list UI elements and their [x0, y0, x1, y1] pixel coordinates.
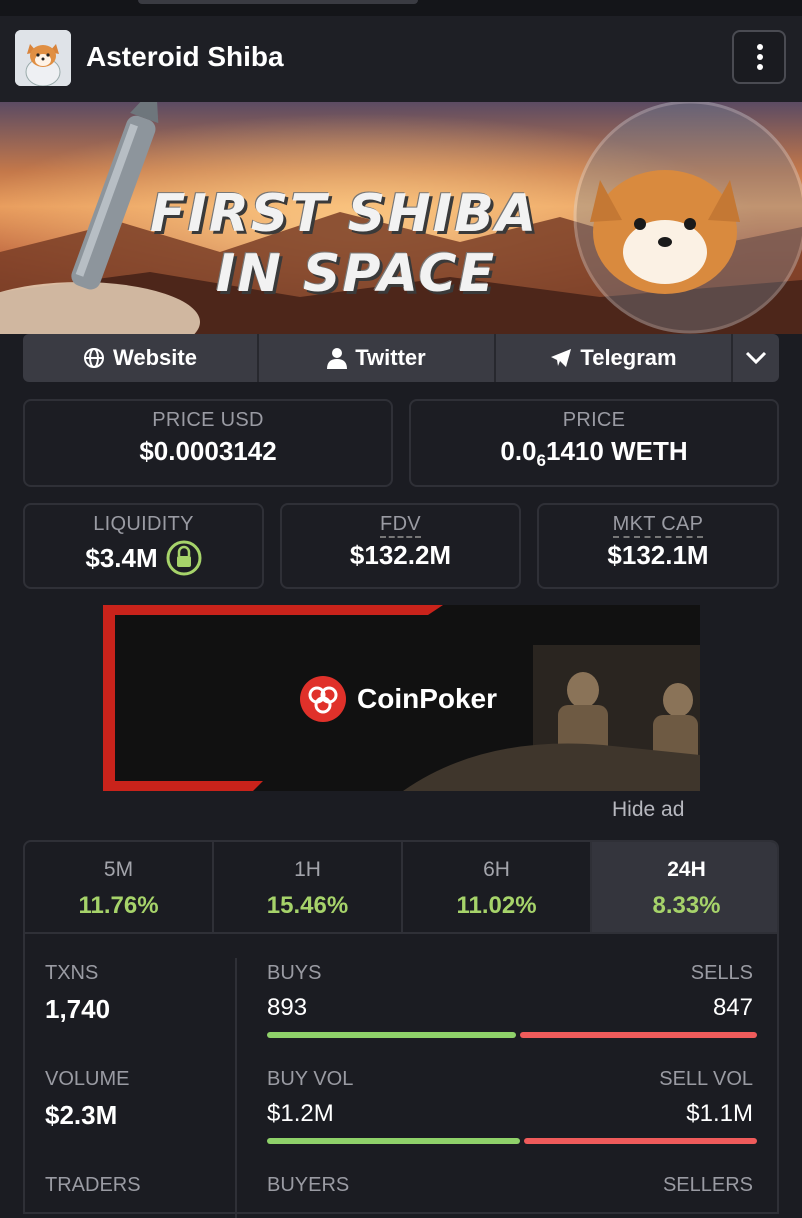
- volume-label: VOLUME: [45, 1068, 130, 1090]
- buys-value: 893: [267, 994, 308, 1021]
- change-1h: 15.46%: [266, 892, 349, 919]
- price-usd-value: $0.0003142: [139, 436, 277, 466]
- telegram-label: Telegram: [580, 345, 677, 370]
- txns-value: 1,740: [45, 994, 111, 1024]
- traders-label: TRADERS: [45, 1174, 141, 1196]
- fdv-label: FDV: [380, 513, 421, 538]
- tab-1h[interactable]: 1H 15.46%: [214, 842, 403, 932]
- telegram-link[interactable]: Telegram: [496, 334, 733, 382]
- twitter-link[interactable]: Twitter: [259, 334, 496, 382]
- price-native-card: PRICE 0.061410 WETH: [409, 399, 779, 487]
- sells-value: 847: [712, 994, 753, 1021]
- lock-icon[interactable]: [166, 540, 202, 576]
- txns-label: TXNS: [45, 962, 99, 984]
- banner-line-2: IN SPACE: [216, 244, 497, 304]
- buyers-label: BUYERS: [267, 1174, 350, 1196]
- tab-5m[interactable]: 5M 11.76%: [25, 842, 214, 932]
- fdv-value: $132.2M: [349, 540, 452, 570]
- twitter-label: Twitter: [355, 345, 426, 370]
- tab-24h[interactable]: 24H 8.33%: [592, 842, 777, 932]
- token-banner: FIRST SHIBA IN SPACE: [0, 102, 802, 334]
- liquidity-card: LIQUIDITY $3.4M: [23, 503, 264, 589]
- sellers-label: SELLERS: [662, 1174, 753, 1196]
- ad-banner[interactable]: CoinPoker: [103, 605, 700, 791]
- website-label: Website: [113, 345, 197, 370]
- banner-line-1: FIRST SHIBA: [150, 184, 539, 244]
- price-native-value: 0.061410 WETH: [500, 436, 688, 471]
- mkt-cap-card: MKT CAP $132.1M: [537, 503, 779, 589]
- user-icon: [327, 348, 348, 369]
- token-logo: [15, 30, 71, 86]
- buy-vol-label: BUY VOL: [267, 1068, 354, 1090]
- tab-6h[interactable]: 6H 11.02%: [403, 842, 592, 932]
- sell-vol-bar: [524, 1138, 757, 1144]
- website-link[interactable]: Website: [23, 334, 259, 382]
- more-menu-button[interactable]: [732, 30, 786, 84]
- volume-value: $2.3M: [45, 1100, 118, 1130]
- liquidity-label: LIQUIDITY: [93, 513, 194, 535]
- price-label: PRICE: [562, 409, 626, 431]
- sells-bar: [520, 1032, 757, 1038]
- price-usd-card: PRICE USD $0.0003142: [23, 399, 393, 487]
- liquidity-value: $3.4M: [85, 542, 158, 573]
- more-links-button[interactable]: [733, 334, 779, 382]
- telegram-icon: [551, 349, 572, 367]
- coinpoker-logo: CoinPoker: [299, 675, 497, 723]
- timeframe-tabs: 5M 11.76% 1H 15.46% 6H 11.02% 24H 8.33%: [23, 840, 779, 934]
- globe-icon: [84, 348, 105, 368]
- token-title: Asteroid Shiba: [86, 41, 284, 72]
- buys-label: BUYS: [267, 962, 322, 984]
- sell-vol-value: $1.1M: [686, 1100, 753, 1127]
- ad-brand: CoinPoker: [357, 683, 498, 714]
- token-header: Asteroid Shiba: [0, 16, 802, 103]
- trade-stats-panel: TXNS 1,740 BUYS SELLS 893 847 VOLUME $2.…: [23, 934, 779, 1218]
- fdv-card: FDV $132.2M: [280, 503, 521, 589]
- change-24h: 8.33%: [652, 892, 721, 919]
- buy-vol-bar: [267, 1138, 520, 1144]
- status-strip: [0, 0, 802, 16]
- buys-bar: [267, 1032, 516, 1038]
- change-5m: 11.76%: [78, 892, 159, 919]
- hide-ad-link[interactable]: Hide ad: [612, 798, 684, 822]
- mkt-cap-label: MKT CAP: [612, 513, 704, 538]
- coinpoker-icon: [300, 676, 346, 722]
- kebab-icon: [757, 44, 763, 50]
- social-links-bar: Website Twitter Telegram: [23, 334, 779, 382]
- price-usd-label: PRICE USD: [152, 409, 264, 431]
- sell-vol-label: SELL VOL: [659, 1068, 753, 1090]
- mkt-cap-value: $132.1M: [607, 540, 709, 570]
- change-6h: 11.02%: [456, 892, 537, 919]
- buy-vol-value: $1.2M: [267, 1100, 334, 1127]
- chevron-down-icon: [745, 351, 767, 365]
- sells-label: SELLS: [690, 962, 753, 984]
